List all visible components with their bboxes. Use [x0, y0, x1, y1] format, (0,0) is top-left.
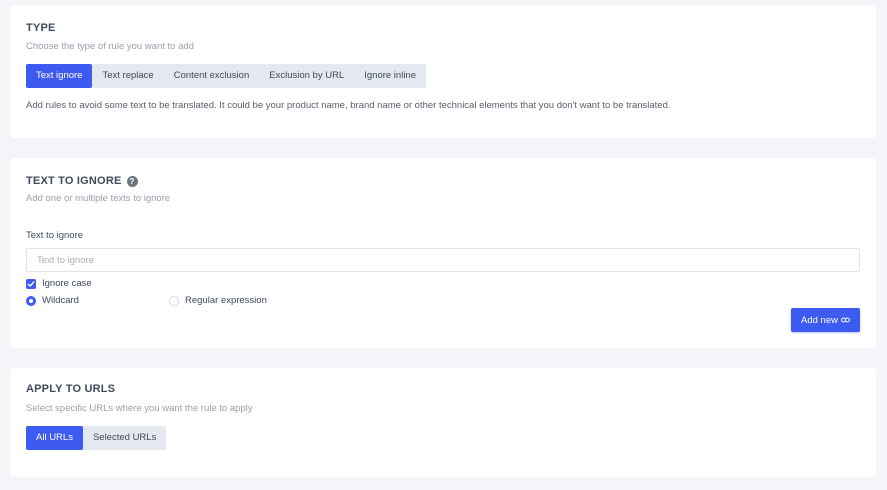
ignore-case-checkbox[interactable] [26, 278, 36, 289]
question-circle-icon[interactable]: ? [126, 175, 138, 187]
type-heading: TYPE [26, 22, 56, 34]
tab-exclusion-by-url[interactable]: Exclusion by URL [259, 64, 354, 88]
regular-expression-label: Regular expression [185, 295, 267, 306]
text-to-ignore-label: Text to ignore [26, 230, 84, 241]
wildcard-option[interactable]: Wildcard [26, 295, 79, 306]
apply-to-urls-card: APPLY TO URLS Select specific URLs where… [10, 368, 876, 477]
ignore-case-option[interactable]: Ignore case [26, 278, 92, 289]
wildcard-radio[interactable] [26, 295, 36, 306]
tab-content-exclusion[interactable]: Content exclusion [164, 64, 260, 88]
text-to-ignore-subheading: Add one or multiple texts to ignore [26, 193, 171, 204]
link-icon [841, 317, 850, 323]
text-to-ignore-card: TEXT TO IGNORE ? Add one or multiple tex… [10, 158, 876, 348]
url-scope-tabs: All URLs Selected URLs [26, 426, 167, 450]
tab-selected-urls[interactable]: Selected URLs [83, 426, 166, 450]
tab-text-replace[interactable]: Text replace [92, 64, 163, 88]
tab-all-urls[interactable]: All URLs [26, 426, 83, 450]
tab-ignore-inline[interactable]: Ignore inline [354, 64, 426, 88]
apply-to-urls-heading: APPLY TO URLS [26, 383, 116, 395]
regular-expression-option[interactable]: Regular expression [169, 295, 267, 306]
rule-type-description: Add rules to avoid some text to be trans… [26, 100, 671, 111]
add-new-label: Add new [801, 314, 838, 326]
text-to-ignore-heading: TEXT TO IGNORE ? [26, 175, 138, 187]
apply-to-urls-subheading: Select specific URLs where you want the … [26, 403, 253, 414]
text-to-ignore-input[interactable] [26, 248, 860, 272]
add-new-button[interactable]: Add new [791, 308, 860, 332]
type-card: TYPE Choose the type of rule you want to… [10, 5, 876, 138]
ignore-case-label: Ignore case [42, 278, 92, 289]
rule-type-tabs: Text ignore Text replace Content exclusi… [26, 64, 426, 88]
type-subheading: Choose the type of rule you want to add [26, 41, 194, 52]
check-icon [27, 280, 35, 287]
regular-expression-radio[interactable] [169, 295, 179, 306]
wildcard-label: Wildcard [42, 295, 79, 306]
tab-text-ignore[interactable]: Text ignore [26, 64, 93, 88]
